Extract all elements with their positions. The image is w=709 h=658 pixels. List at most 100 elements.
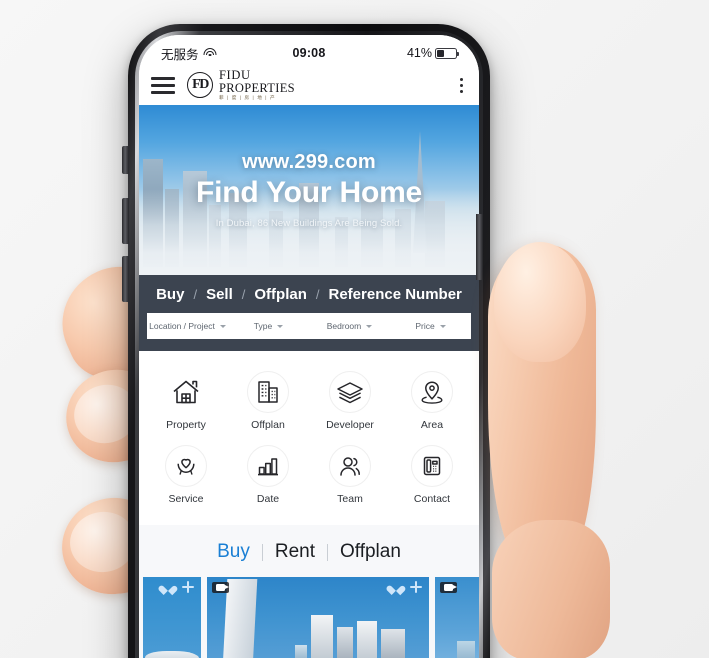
quick-link-label: Offplan bbox=[251, 419, 285, 431]
filter-type[interactable]: Type bbox=[228, 321, 309, 331]
tab-divider bbox=[326, 543, 328, 561]
tab-separator: / bbox=[241, 287, 246, 302]
card-actions bbox=[390, 581, 422, 593]
video-icon bbox=[212, 582, 229, 593]
house-icon bbox=[165, 371, 207, 413]
volume-down-button[interactable] bbox=[122, 256, 129, 302]
tab-separator: / bbox=[315, 287, 320, 302]
listing-tab-buy[interactable]: Buy bbox=[217, 541, 250, 563]
quick-link-label: Team bbox=[337, 493, 363, 505]
wifi-icon bbox=[203, 47, 217, 59]
volume-up-button[interactable] bbox=[122, 198, 129, 244]
layers-icon bbox=[329, 371, 371, 413]
tab-separator: / bbox=[193, 287, 198, 302]
listing-tab-rent[interactable]: Rent bbox=[275, 541, 315, 563]
status-bar-right: 41% bbox=[326, 46, 460, 60]
mute-switch[interactable] bbox=[122, 146, 129, 174]
quick-link-service[interactable]: Service bbox=[145, 439, 227, 513]
search-tab-buy[interactable]: Buy bbox=[156, 286, 184, 303]
quick-links-row-1: Property Offplan Developer Area bbox=[145, 365, 473, 439]
building-shape bbox=[357, 621, 377, 658]
plus-icon[interactable] bbox=[182, 581, 194, 593]
hero-url: www.299.com bbox=[242, 151, 376, 173]
chevron-down-icon bbox=[439, 324, 446, 328]
search-mode-tabs: Buy / Sell / Offplan / Reference Number bbox=[139, 283, 479, 313]
quick-links-row-2: Service Date Team Contact bbox=[145, 439, 473, 513]
quick-link-offplan[interactable]: Offplan bbox=[227, 365, 309, 439]
logo-line-3: 菲 | 度 | 房 | 地 | 产 bbox=[219, 95, 276, 101]
building-shape bbox=[337, 627, 353, 658]
plus-icon[interactable] bbox=[410, 581, 422, 593]
buildings-icon bbox=[247, 371, 289, 413]
heart-icon[interactable] bbox=[162, 582, 173, 592]
filter-location-project[interactable]: Location / Project bbox=[147, 321, 228, 331]
clock-label: 09:08 bbox=[292, 46, 326, 60]
logo-monogram: FD bbox=[187, 72, 213, 98]
building-shape bbox=[311, 615, 333, 658]
building-shape bbox=[457, 641, 475, 658]
search-tab-offplan[interactable]: Offplan bbox=[254, 286, 307, 303]
chevron-down-icon bbox=[277, 324, 284, 328]
quick-link-label: Contact bbox=[413, 493, 451, 505]
logo-wordmark: FIDU PROPERTIES 菲 | 度 | 房 | 地 | 产 bbox=[219, 69, 295, 101]
search-filter-bar: Location / Project Type Bedroom Price bbox=[147, 313, 471, 339]
status-bar-left: 无服务 bbox=[161, 44, 293, 63]
heart-in-hands-icon bbox=[165, 445, 207, 487]
phone-device: 无服务 09:08 41% FD FIDU PROPERTIES 菲 | 度 |… bbox=[128, 24, 490, 658]
filter-price[interactable]: Price bbox=[390, 321, 471, 331]
telephone-icon bbox=[411, 445, 453, 487]
quick-link-area[interactable]: Area bbox=[391, 365, 473, 439]
app-header: FD FIDU PROPERTIES 菲 | 度 | 房 | 地 | 产 bbox=[139, 65, 479, 105]
quick-link-team[interactable]: Team bbox=[309, 439, 391, 513]
hamburger-menu-icon[interactable] bbox=[151, 76, 175, 94]
quick-link-property[interactable]: Property bbox=[145, 365, 227, 439]
filter-label: Bedroom bbox=[326, 321, 362, 331]
property-card[interactable] bbox=[435, 577, 479, 658]
heart-icon[interactable] bbox=[390, 582, 401, 592]
chevron-down-icon bbox=[366, 324, 373, 328]
hero-banner: www.299.com Find Your Home In Dubai, 86 … bbox=[139, 105, 479, 275]
card-actions bbox=[162, 581, 194, 593]
quick-link-label: Date bbox=[256, 493, 280, 505]
power-button[interactable] bbox=[476, 214, 483, 280]
tab-divider bbox=[261, 543, 263, 561]
chevron-down-icon bbox=[219, 324, 226, 328]
filter-label: Price bbox=[415, 321, 435, 331]
quick-link-developer[interactable]: Developer bbox=[309, 365, 391, 439]
carrier-label: 无服务 bbox=[161, 47, 199, 62]
quick-link-label: Developer bbox=[326, 419, 374, 431]
app-logo[interactable]: FD FIDU PROPERTIES 菲 | 度 | 房 | 地 | 产 bbox=[187, 69, 295, 101]
status-bar: 无服务 09:08 41% bbox=[139, 35, 479, 65]
logo-line-2: PROPERTIES bbox=[219, 81, 295, 96]
quick-link-label: Property bbox=[166, 419, 206, 431]
battery-icon bbox=[435, 47, 460, 59]
kebab-menu-icon[interactable] bbox=[458, 74, 465, 97]
building-shape bbox=[145, 651, 199, 658]
search-tab-sell[interactable]: Sell bbox=[206, 286, 233, 303]
building-shape bbox=[381, 629, 405, 658]
quick-link-label: Service bbox=[168, 493, 204, 505]
listing-tab-offplan[interactable]: Offplan bbox=[340, 541, 401, 563]
quick-link-label: Area bbox=[420, 419, 444, 431]
building-shape bbox=[295, 645, 307, 658]
video-icon bbox=[440, 582, 457, 593]
search-panel: Buy / Sell / Offplan / Reference Number … bbox=[139, 275, 479, 351]
filter-label: Type bbox=[253, 321, 273, 331]
map-pin-icon bbox=[411, 371, 453, 413]
property-card[interactable] bbox=[207, 577, 429, 658]
people-icon bbox=[329, 445, 371, 487]
hero-subtitle: In Dubai, 86 New Buildings Are Being Sol… bbox=[215, 218, 403, 229]
filter-bedroom[interactable]: Bedroom bbox=[309, 321, 390, 331]
property-card[interactable] bbox=[143, 577, 201, 658]
search-tab-reference-number[interactable]: Reference Number bbox=[329, 286, 462, 303]
filter-label: Location / Project bbox=[149, 321, 215, 331]
logo-line-1: FIDU bbox=[219, 67, 251, 82]
quick-link-contact[interactable]: Contact bbox=[391, 439, 473, 513]
quick-links-grid: Property Offplan Developer Area Service … bbox=[139, 351, 479, 525]
listing-tabs: Buy Rent Offplan bbox=[139, 525, 479, 577]
quick-link-date[interactable]: Date bbox=[227, 439, 309, 513]
hero-headline: Find Your Home bbox=[195, 176, 423, 209]
bar-chart-icon bbox=[247, 445, 289, 487]
property-card-carousel[interactable] bbox=[139, 577, 479, 658]
battery-percent-label: 41% bbox=[406, 46, 433, 60]
